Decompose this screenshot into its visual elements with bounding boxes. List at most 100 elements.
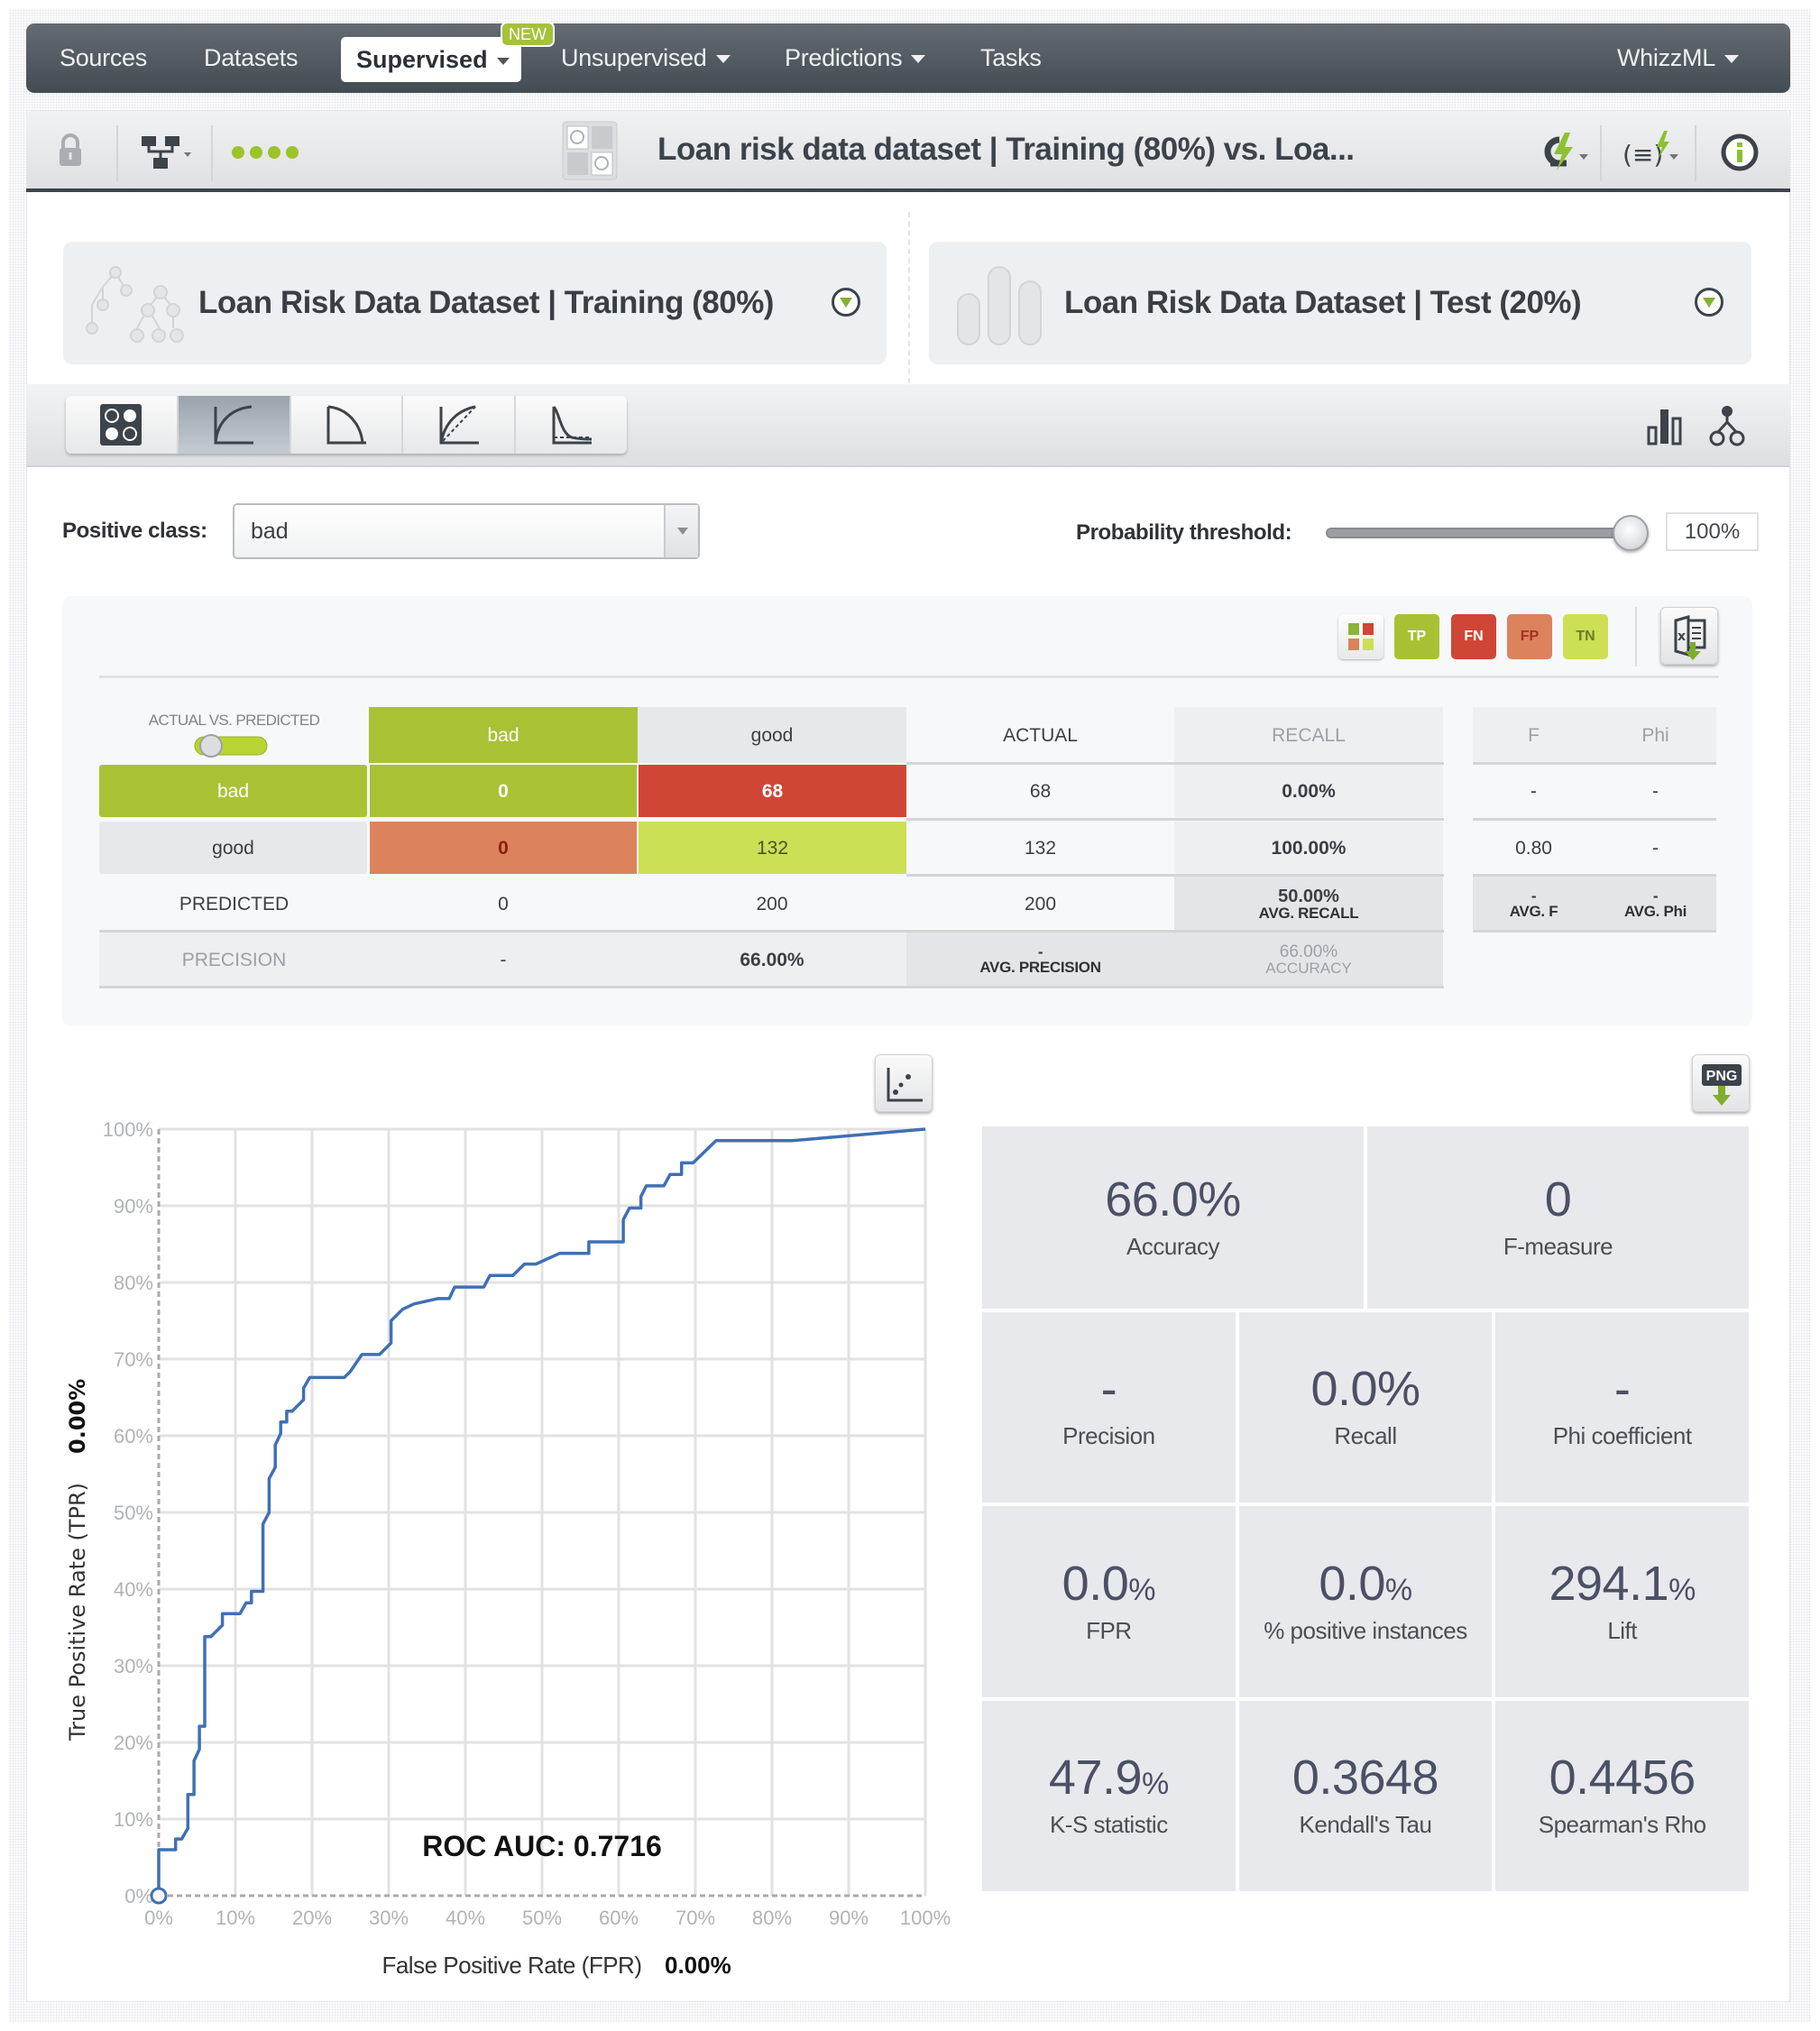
x-tick-label: 70% xyxy=(676,1907,715,1929)
whizzml-script-icon[interactable]: (≡) xyxy=(1622,129,1686,174)
bar-chart-icon[interactable] xyxy=(1647,406,1685,446)
dataset-bars-icon xyxy=(957,266,1042,345)
select-arrow-icon[interactable] xyxy=(664,505,698,557)
info-icon[interactable] xyxy=(1720,133,1760,172)
predicted-label: PREDICTED xyxy=(179,893,290,914)
metric-recall: 0.0% Recall xyxy=(1238,1312,1493,1503)
precision-good: 66.00% xyxy=(638,933,906,987)
threshold-slider-handle[interactable] xyxy=(1613,515,1649,551)
metric-value-number: 0.0 xyxy=(1062,1556,1129,1611)
dropdown-toggle-icon[interactable] xyxy=(832,288,860,317)
roc-curve-icon xyxy=(214,405,254,445)
precision-recall-icon xyxy=(326,405,366,445)
view-switcher xyxy=(66,396,627,454)
legend-fp-label: FP xyxy=(1520,629,1540,644)
cell-tn[interactable]: 132 xyxy=(639,822,906,874)
nav-predictions-label: Predictions xyxy=(785,44,903,71)
threshold-slider[interactable] xyxy=(1326,528,1632,538)
roc-chart[interactable]: 0% 10% 20% 30% 40% 50% 60% 70% 80% 90% 100% 0% 10% 20… xyxy=(54,1037,965,1984)
y-tick-label: 0% xyxy=(124,1885,153,1907)
training-dataset-card[interactable]: Loan Risk Data Dataset | Training (80%) xyxy=(63,242,887,364)
metric-value: - xyxy=(1101,1365,1117,1413)
phi-bad: - xyxy=(1652,780,1659,802)
row-divider xyxy=(1473,930,1716,933)
cell-fp[interactable]: 0 xyxy=(370,822,637,874)
legend-fn-button[interactable]: FN xyxy=(1451,614,1496,659)
precision-recall-button[interactable] xyxy=(290,396,404,454)
excel-download-icon: x xyxy=(1674,615,1706,660)
status-dots-icon xyxy=(232,146,299,159)
roc-threshold-marker[interactable] xyxy=(150,1887,168,1905)
avg-precision-value: - xyxy=(1037,943,1043,960)
dropdown-toggle-icon[interactable] xyxy=(1695,288,1723,317)
col-header-f: F xyxy=(1473,707,1595,763)
nav-supervised[interactable]: Supervised xyxy=(341,37,521,82)
metric-label: Lift xyxy=(1607,1616,1637,1644)
avg-phi-value: - xyxy=(1652,887,1659,905)
legend-fp-button[interactable]: FP xyxy=(1507,614,1552,659)
metric-value-number: - xyxy=(1613,1362,1631,1416)
lock-icon[interactable] xyxy=(57,133,84,169)
nav-predictions[interactable]: Predictions xyxy=(785,23,926,93)
metric-value: 294.1% xyxy=(1549,1559,1696,1608)
lift-curve-button[interactable] xyxy=(516,396,627,454)
metric-value-unit: % xyxy=(1128,1572,1155,1607)
metric-fpr: 0.0% FPR xyxy=(982,1506,1236,1697)
legend-tn-button[interactable]: TN xyxy=(1563,614,1608,659)
metric-label: Spearman's Rho xyxy=(1538,1811,1706,1838)
x-axis-label: False Positive Rate (FPR) xyxy=(381,1952,641,1979)
cloud-action-icon[interactable] xyxy=(1532,129,1592,174)
nav-tasks[interactable]: Tasks xyxy=(980,23,1042,93)
header-separator xyxy=(1600,125,1602,181)
nav-datasets[interactable]: Datasets xyxy=(204,23,298,93)
metric-value: 0.0% xyxy=(1319,1559,1412,1608)
x-tick-label: 100% xyxy=(900,1907,951,1929)
predicted-bad: 0 xyxy=(498,893,509,914)
legend-tp-button[interactable]: TP xyxy=(1394,614,1439,659)
row-divider xyxy=(1473,818,1716,821)
network-icon[interactable] xyxy=(140,134,196,170)
metric-value: 47.9% xyxy=(1049,1753,1169,1802)
png-download-button[interactable]: PNG xyxy=(1692,1054,1750,1112)
col-header-actual: ACTUAL xyxy=(1003,724,1078,746)
training-dataset-title: Loan Risk Data Dataset | Training (80%) xyxy=(198,285,774,320)
accuracy-label: ACCURACY xyxy=(1265,960,1352,977)
chevron-down-icon xyxy=(715,55,731,64)
nav-sources[interactable]: Sources xyxy=(60,23,147,93)
metric-value: 0.3648 xyxy=(1292,1753,1439,1802)
export-excel-button[interactable]: x xyxy=(1660,607,1718,665)
positive-class-select[interactable]: bad xyxy=(233,503,700,559)
y-tick-label: 70% xyxy=(114,1348,153,1371)
show-all-colors-button[interactable] xyxy=(1338,614,1383,659)
actual-vs-predicted-toggle[interactable] xyxy=(193,733,269,758)
precision-label: PRECISION xyxy=(99,933,369,987)
confusion-matrix-button[interactable] xyxy=(66,396,179,454)
cell-fn[interactable]: 68 xyxy=(639,765,906,817)
threshold-label: Probability threshold: xyxy=(1076,520,1292,545)
metric-positive-instances: 0.0% % positive instances xyxy=(1238,1506,1493,1697)
model-tree-icon[interactable] xyxy=(1708,404,1746,447)
svg-text:(≡): (≡) xyxy=(1622,140,1663,170)
accuracy-cell: 66.00% ACCURACY xyxy=(1174,933,1443,987)
cell-tp[interactable]: 0 xyxy=(370,765,637,817)
x-axis-value: 0.00% xyxy=(665,1952,731,1979)
predicted-good: 200 xyxy=(756,893,788,914)
actual-bad: 68 xyxy=(1029,780,1052,802)
nav-unsupervised[interactable]: Unsupervised xyxy=(561,23,731,93)
y-tick-label: 20% xyxy=(114,1732,153,1754)
nav-whizzml-label: WhizzML xyxy=(1617,44,1715,71)
gain-curve-button[interactable] xyxy=(403,396,517,454)
roc-auc-annotation: ROC AUC: 0.7716 xyxy=(422,1830,662,1862)
chevron-down-icon xyxy=(911,55,926,64)
metric-label: % positive instances xyxy=(1264,1616,1467,1644)
metric-value-number: 0 xyxy=(1544,1172,1572,1227)
metric-value-unit: % xyxy=(1668,1572,1696,1607)
threshold-value[interactable]: 100% xyxy=(1666,512,1759,551)
roc-curve-button[interactable] xyxy=(178,396,291,454)
test-dataset-card[interactable]: Loan Risk Data Dataset | Test (20%) xyxy=(929,242,1751,364)
header-separator xyxy=(211,125,213,181)
nav-whizzml[interactable]: WhizzML xyxy=(1617,23,1739,93)
chevron-down-icon xyxy=(496,57,510,65)
avg-f-value: - xyxy=(1530,887,1537,905)
metric-label: Recall xyxy=(1334,1422,1397,1449)
